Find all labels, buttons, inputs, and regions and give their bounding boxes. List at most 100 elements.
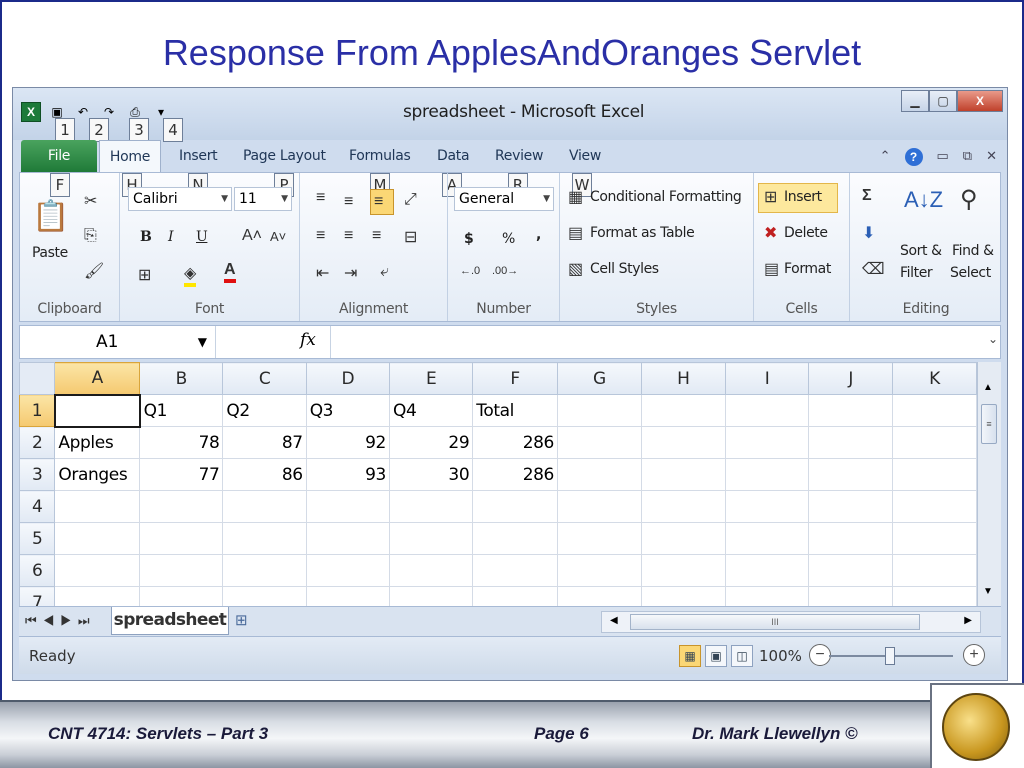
cell[interactable] [54,522,141,555]
decrease-indent-icon[interactable]: ⇤ [316,263,329,283]
cell[interactable]: Q4 [388,394,474,427]
cell[interactable]: 93 [305,458,390,491]
row-header[interactable]: 2 [19,426,56,459]
cell[interactable] [808,458,894,491]
cell[interactable] [640,394,726,427]
find-select-button[interactable]: Find & [952,243,994,259]
cell[interactable] [54,554,141,587]
help-icon[interactable]: ? [904,148,923,166]
zoom-out-icon[interactable]: − [809,644,831,666]
cell[interactable] [556,394,642,427]
fill-icon[interactable]: ⬇ [862,223,875,243]
column-header[interactable]: A [54,362,141,395]
cell[interactable] [556,522,642,555]
zoom-level[interactable]: 100% [759,647,802,665]
cell[interactable] [472,490,558,523]
cell[interactable] [724,458,810,491]
percent-button[interactable]: % [502,231,515,247]
paste-icon[interactable]: 📋 [32,199,69,234]
row-header[interactable]: 5 [19,522,56,555]
format-painter-icon[interactable]: 🖌 [84,261,104,281]
zoom-slider-thumb[interactable] [885,647,895,665]
cell[interactable] [472,586,558,606]
column-header[interactable]: E [388,362,474,395]
cell[interactable] [305,586,390,606]
scroll-right-icon[interactable]: ▶ [964,615,972,626]
tab-review[interactable]: Review [495,148,543,164]
doc-minimize-icon[interactable]: ▭ [937,148,949,166]
cell[interactable] [139,522,224,555]
cell[interactable] [222,586,307,606]
cell[interactable]: Oranges [54,458,141,491]
tab-formulas[interactable]: Formulas [349,148,411,164]
cell[interactable] [222,522,307,555]
column-header[interactable]: B [139,362,224,395]
cell-styles-button[interactable]: Cell Styles [590,261,659,277]
minimize-ribbon-icon[interactable]: ⌃ [880,148,891,166]
cell[interactable] [640,554,726,587]
underline-button[interactable]: U [196,229,208,245]
doc-close-icon[interactable]: ✕ [986,148,997,166]
cell[interactable] [640,458,726,491]
column-header[interactable]: D [305,362,390,395]
cell[interactable] [724,490,810,523]
sort-filter-button[interactable]: Sort & [900,243,942,259]
cell[interactable] [139,554,224,587]
cell[interactable]: Q3 [305,394,390,427]
tab-home[interactable]: Home [99,140,161,174]
cell[interactable] [388,490,474,523]
row-header[interactable]: 7 [19,586,56,606]
tab-data[interactable]: Data [437,148,470,164]
column-header[interactable]: I [724,362,810,395]
cell[interactable] [640,522,726,555]
tab-insert[interactable]: Insert [179,148,218,164]
row-header[interactable]: 4 [19,490,56,523]
cell[interactable] [892,458,977,491]
cell[interactable]: Total [472,394,558,427]
cell[interactable] [892,554,977,587]
cell[interactable]: 86 [222,458,307,491]
vertical-scrollbar[interactable]: ▲ ≡ ▼ [977,362,1001,606]
cell[interactable] [139,490,224,523]
italic-button[interactable]: I [168,229,174,245]
zoom-in-icon[interactable]: + [963,644,985,666]
excel-icon[interactable]: X [21,102,41,122]
scroll-down-icon[interactable]: ▼ [983,586,993,597]
column-header[interactable]: H [640,362,726,395]
wrap-text-icon[interactable]: ⤶ [380,263,389,281]
cell[interactable] [388,554,474,587]
minimize-button[interactable]: ▁ [901,90,929,112]
format-cells-button[interactable]: Format [784,261,831,277]
cell[interactable]: Q1 [139,394,224,427]
comma-button[interactable]: , [536,227,541,243]
cell[interactable] [222,554,307,587]
cell[interactable]: 92 [305,426,390,459]
cell[interactable] [808,554,894,587]
scroll-up-icon[interactable]: ▲ [983,382,993,393]
cell[interactable] [472,554,558,587]
clear-icon[interactable]: ⌫ [862,259,885,279]
cell[interactable] [556,490,642,523]
orientation-icon[interactable]: ⤢ [404,191,417,209]
cell[interactable] [892,394,977,427]
insert-function-icon[interactable]: fx [300,330,316,350]
paste-button[interactable]: Paste [32,245,68,261]
cell[interactable]: 78 [139,426,224,459]
cell[interactable]: 286 [472,426,558,459]
cell[interactable]: Apples [54,426,141,459]
formula-input[interactable] [330,326,982,358]
font-name-dropdown[interactable]: Calibri ▼ [128,187,232,211]
cell[interactable] [892,490,977,523]
conditional-formatting-button[interactable]: Conditional Formatting [590,189,742,205]
tab-page-layout[interactable]: Page Layout [243,148,326,164]
cell[interactable] [808,426,894,459]
number-format-dropdown[interactable]: General ▼ [454,187,554,211]
tab-view[interactable]: View [569,148,601,164]
column-header[interactable]: C [222,362,307,395]
cell[interactable]: 286 [472,458,558,491]
cell[interactable]: Q2 [222,394,307,427]
cell[interactable] [808,490,894,523]
column-header[interactable]: J [808,362,894,395]
row-header[interactable]: 1 [19,394,56,427]
scroll-left-icon[interactable]: ◀ [610,615,618,626]
